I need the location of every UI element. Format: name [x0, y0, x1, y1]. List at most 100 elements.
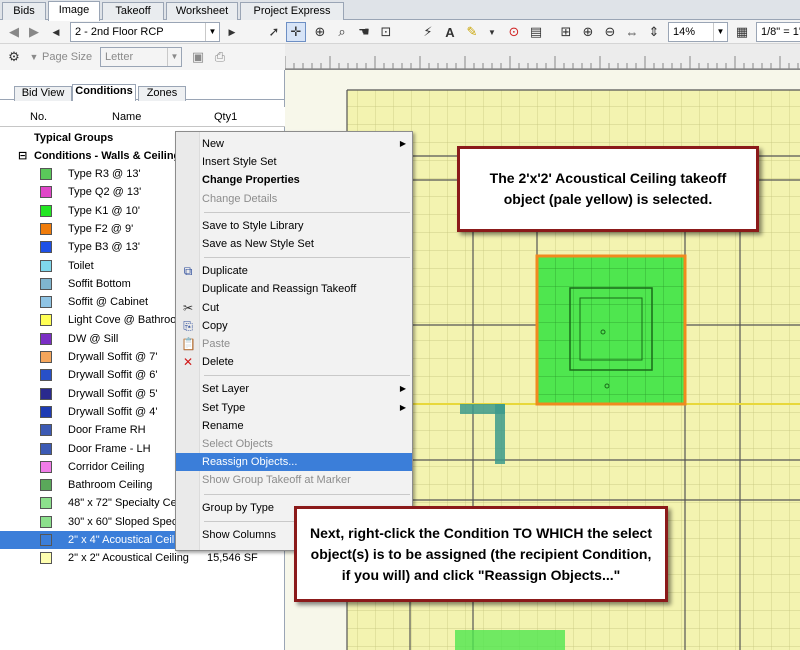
menu-item-label: Copy — [202, 319, 228, 332]
condition-name: Toilet — [68, 259, 94, 272]
print-icon[interactable]: ⎙ — [210, 47, 230, 67]
menu-item-cut[interactable]: ✂ Cut — [176, 299, 412, 317]
condition-color-swatch — [40, 186, 52, 199]
condition-color-swatch — [40, 314, 52, 327]
condition-color-swatch — [40, 534, 52, 546]
menu-item-label: Set Layer — [202, 383, 250, 396]
condition-name: 48" x 72" Specialty Ceil — [68, 497, 182, 510]
condition-color-swatch — [40, 552, 52, 565]
menu-item-delete[interactable]: ✕ Delete — [176, 353, 412, 371]
zoom-in-icon[interactable]: ⊕ — [578, 22, 598, 42]
back-icon[interactable]: ◀ — [4, 22, 24, 42]
condition-name: DW @ Sill — [68, 332, 119, 345]
condition-name: Drywall Soffit @ 7' — [68, 351, 158, 363]
tab-bids[interactable]: Bids — [2, 2, 46, 20]
menu-item-select-objects: Select Objects — [176, 435, 412, 453]
page-select-value: 2 - 2nd Floor RCP — [75, 26, 164, 38]
menu-item-reassign-objects[interactable]: Reassign Objects... — [176, 453, 412, 472]
notes-icon[interactable]: ▤ — [526, 22, 546, 42]
menu-item-label: Change Properties — [202, 174, 300, 187]
magic-wand-icon[interactable]: ⚡ — [418, 22, 438, 42]
condition-name: Type F2 @ 9' — [68, 222, 134, 235]
zoom-height-icon[interactable]: ⇕ — [644, 22, 664, 42]
tab-conditions[interactable]: Conditions — [72, 84, 136, 101]
stamp-icon[interactable]: ⊙ — [504, 22, 524, 42]
menu-item-label: Show Columns — [202, 528, 276, 541]
duplicate-icon: ⧉ — [183, 264, 193, 279]
column-header-row: No. Name Qty1 — [0, 107, 285, 127]
menu-item-label: Cut — [202, 301, 220, 314]
menu-item-rename[interactable]: Rename — [176, 417, 412, 435]
menu-item-save-to-style-library[interactable]: Save to Style Library — [176, 217, 412, 235]
next-page-button[interactable]: ▶ — [222, 22, 242, 42]
menu-item-label: Reassign Objects... — [202, 456, 298, 469]
menu-item-duplicate-and-reassign-takeoff[interactable]: Duplicate and Reassign Takeoff — [176, 280, 412, 298]
tab-zones[interactable]: Zones — [138, 86, 186, 101]
tab-bid-view[interactable]: Bid View — [14, 86, 72, 101]
scale-value: 1/8" = 1' — [761, 26, 800, 38]
callout-selected-object: The 2'x'2' Acoustical Ceiling takeoff ob… — [457, 146, 759, 232]
condition-name: Drywall Soffit @ 5' — [68, 387, 158, 400]
pan-icon[interactable]: ☚ — [354, 22, 374, 42]
column-header-name[interactable]: Name — [112, 111, 141, 123]
highlighter-dropdown-icon[interactable]: ▼ — [482, 22, 502, 42]
menu-item-new[interactable]: New ▶ — [176, 135, 412, 153]
menu-item-save-as-new-style-set[interactable]: Save as New Style Set — [176, 235, 412, 253]
collapse-icon[interactable]: ⊟ — [18, 147, 27, 165]
context-menu: New ▶ Insert Style Set Change Properties Cha… — [175, 131, 413, 551]
condition-color-swatch — [40, 479, 52, 492]
tab-takeoff[interactable]: Takeoff — [102, 2, 164, 20]
menu-item-insert-style-set[interactable]: Insert Style Set — [176, 153, 412, 171]
zoom-fit-icon[interactable]: ⊞ — [556, 22, 576, 42]
menu-item-set-type[interactable]: Set Type ▶ — [176, 399, 412, 417]
condition-color-swatch — [40, 241, 52, 254]
menu-item-change-properties[interactable]: Change Properties — [176, 171, 412, 189]
horizontal-ruler — [284, 44, 800, 70]
page-select[interactable]: 2 - 2nd Floor RCP ▼ — [70, 22, 220, 42]
dropdown-icon[interactable]: ▼ — [24, 47, 44, 67]
condition-row[interactable]: 2" x 2" Acoustical Ceiling 15,546 SF — [0, 549, 285, 567]
condition-name: 2" x 4" Acoustical Ceilin — [68, 534, 183, 546]
condition-color-swatch — [40, 497, 52, 510]
text-annotation-icon[interactable]: A — [440, 22, 460, 42]
menu-item-label: Insert Style Set — [202, 156, 277, 169]
zoom-window-icon[interactable]: ⊕ — [310, 22, 330, 42]
previous-page-button[interactable]: ◀ — [46, 22, 66, 42]
page-size-select[interactable]: Letter ▼ — [100, 47, 182, 67]
column-header-qty[interactable]: Qty1 — [214, 111, 237, 123]
zoom-out-icon[interactable]: ⊖ — [600, 22, 620, 42]
zoom-select[interactable]: 14% ▼ — [668, 22, 728, 42]
condition-name: 2" x 2" Acoustical Ceiling — [68, 552, 189, 565]
zoom-width-icon[interactable]: ⇔ — [622, 22, 642, 42]
condition-color-swatch — [40, 259, 52, 272]
tab-project-express[interactable]: Project Express — [240, 2, 344, 20]
copy-icon: ⎘ — [183, 318, 193, 333]
condition-color-swatch — [40, 204, 52, 217]
select-arrow-icon[interactable]: ➚ — [264, 22, 284, 42]
page-layout-icon[interactable]: ▣ — [188, 47, 208, 67]
menu-item-copy[interactable]: ⎘ Copy — [176, 317, 412, 335]
scale-select[interactable]: 1/8" = 1' — [756, 22, 800, 42]
tab-worksheet[interactable]: Worksheet — [166, 2, 238, 20]
settings-icon[interactable]: ⚙ — [4, 47, 24, 67]
condition-name: Door Frame - LH — [68, 442, 151, 455]
menu-item-label: Duplicate — [202, 265, 248, 278]
zoom-extents-icon[interactable]: ⊡ — [376, 22, 396, 42]
condition-name: Corridor Ceiling — [68, 460, 145, 473]
condition-name: Soffit @ Cabinet — [68, 296, 149, 309]
grid-icon[interactable]: ▦ — [732, 22, 752, 42]
condition-color-swatch — [40, 351, 52, 363]
menu-item-duplicate[interactable]: ⧉ Duplicate — [176, 262, 412, 280]
crosshair-icon[interactable]: ✛ — [286, 22, 306, 42]
selected-ceiling-object[interactable] — [535, 254, 687, 406]
menu-item-set-layer[interactable]: Set Layer ▶ — [176, 380, 412, 398]
forward-icon[interactable]: ▶ — [24, 22, 44, 42]
column-header-no[interactable]: No. — [30, 111, 47, 123]
condition-color-swatch — [40, 387, 52, 400]
tab-image[interactable]: Image — [48, 1, 100, 21]
zoom-page-icon[interactable]: ⌕ — [332, 22, 352, 42]
paste-icon: 📋 — [181, 337, 196, 351]
menu-separator — [204, 493, 410, 495]
highlighter-icon[interactable]: ✎ — [462, 22, 482, 42]
top-tab-bar: Bids Image Takeoff Worksheet Project Exp… — [0, 0, 800, 21]
